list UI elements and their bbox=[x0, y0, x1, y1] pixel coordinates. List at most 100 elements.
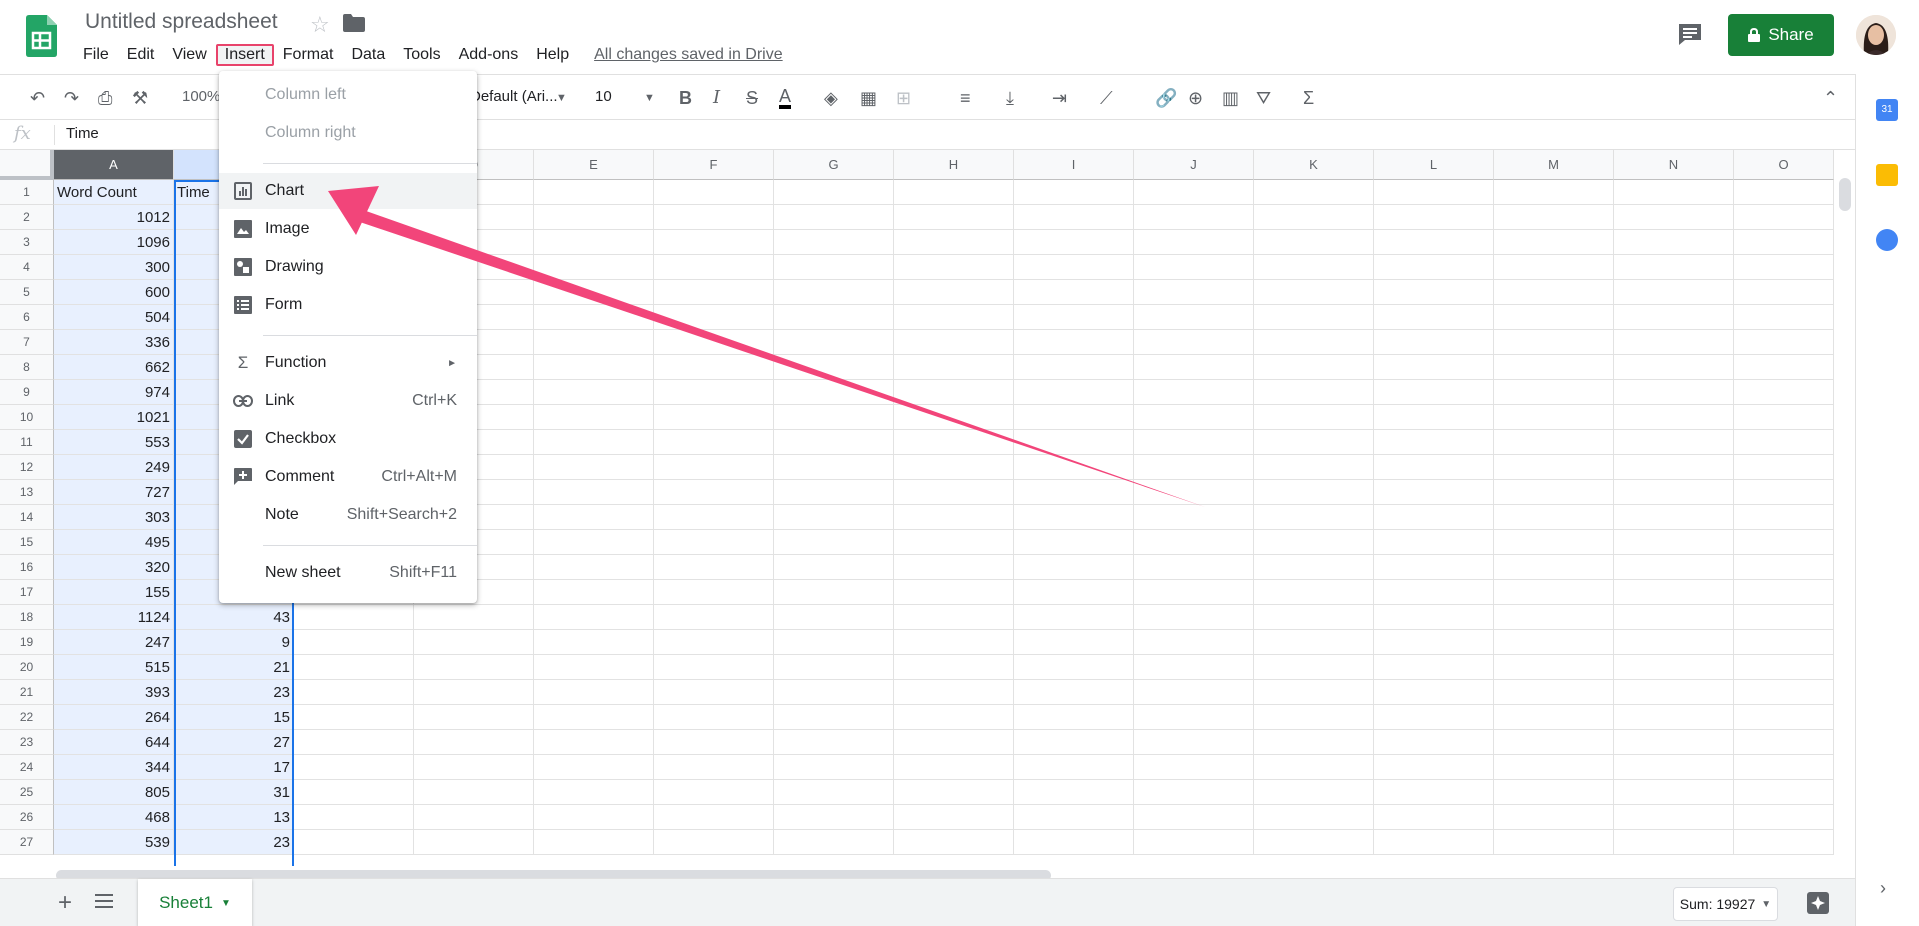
empty-cell[interactable] bbox=[774, 755, 894, 780]
tasks-icon[interactable] bbox=[1876, 229, 1898, 251]
empty-cell[interactable] bbox=[294, 655, 414, 680]
empty-cell[interactable] bbox=[1734, 480, 1834, 505]
empty-cell[interactable] bbox=[1254, 405, 1374, 430]
empty-cell[interactable] bbox=[1734, 755, 1834, 780]
empty-cell[interactable] bbox=[294, 755, 414, 780]
table-cell[interactable]: 9 bbox=[174, 630, 294, 655]
column-header[interactable]: I bbox=[1014, 150, 1134, 180]
empty-cell[interactable] bbox=[1734, 330, 1834, 355]
empty-cell[interactable] bbox=[1254, 805, 1374, 830]
empty-cell[interactable] bbox=[774, 255, 894, 280]
menu-item-note[interactable]: Note Shift+Search+2 bbox=[219, 497, 477, 533]
empty-cell[interactable] bbox=[894, 555, 1014, 580]
empty-cell[interactable] bbox=[1494, 605, 1614, 630]
empty-cell[interactable] bbox=[1014, 530, 1134, 555]
table-cell[interactable]: 23 bbox=[174, 680, 294, 705]
empty-cell[interactable] bbox=[774, 280, 894, 305]
empty-cell[interactable] bbox=[1134, 555, 1254, 580]
keep-icon[interactable] bbox=[1876, 164, 1898, 186]
empty-cell[interactable] bbox=[1614, 380, 1734, 405]
text-rotation-icon[interactable]: ⟋ bbox=[1100, 87, 1113, 109]
paint-format-icon[interactable]: ⚒ bbox=[132, 87, 148, 109]
empty-cell[interactable] bbox=[774, 430, 894, 455]
empty-cell[interactable] bbox=[774, 355, 894, 380]
empty-cell[interactable] bbox=[1374, 330, 1494, 355]
select-all-corner[interactable] bbox=[0, 150, 54, 180]
empty-cell[interactable] bbox=[774, 680, 894, 705]
empty-cell[interactable] bbox=[1614, 605, 1734, 630]
empty-cell[interactable] bbox=[1614, 305, 1734, 330]
empty-cell[interactable] bbox=[1494, 405, 1614, 430]
empty-cell[interactable] bbox=[534, 730, 654, 755]
empty-cell[interactable] bbox=[1014, 755, 1134, 780]
empty-cell[interactable] bbox=[894, 655, 1014, 680]
vertical-align-icon[interactable]: ⤓ bbox=[1006, 87, 1014, 109]
row-header[interactable]: 17 bbox=[0, 580, 54, 605]
empty-cell[interactable] bbox=[1014, 455, 1134, 480]
empty-cell[interactable] bbox=[1614, 330, 1734, 355]
empty-cell[interactable] bbox=[1734, 305, 1834, 330]
empty-cell[interactable] bbox=[774, 805, 894, 830]
empty-cell[interactable] bbox=[1374, 405, 1494, 430]
redo-icon[interactable]: ↷ bbox=[64, 87, 79, 109]
empty-cell[interactable] bbox=[1014, 705, 1134, 730]
row-header[interactable]: 19 bbox=[0, 630, 54, 655]
functions-icon[interactable]: Σ bbox=[1303, 87, 1314, 109]
empty-cell[interactable] bbox=[294, 780, 414, 805]
empty-cell[interactable] bbox=[1014, 230, 1134, 255]
empty-cell[interactable] bbox=[1254, 605, 1374, 630]
empty-cell[interactable] bbox=[414, 630, 534, 655]
document-title[interactable]: Untitled spreadsheet bbox=[85, 10, 278, 34]
empty-cell[interactable] bbox=[774, 380, 894, 405]
empty-cell[interactable] bbox=[894, 455, 1014, 480]
empty-cell[interactable] bbox=[1614, 430, 1734, 455]
empty-cell[interactable] bbox=[294, 730, 414, 755]
empty-cell[interactable] bbox=[534, 430, 654, 455]
row-header[interactable]: 2 bbox=[0, 205, 54, 230]
empty-cell[interactable] bbox=[1374, 630, 1494, 655]
sheets-logo-icon[interactable] bbox=[26, 15, 57, 57]
empty-cell[interactable] bbox=[1254, 480, 1374, 505]
menu-help[interactable]: Help bbox=[527, 44, 578, 66]
row-header[interactable]: 15 bbox=[0, 530, 54, 555]
empty-cell[interactable] bbox=[1494, 305, 1614, 330]
strikethrough-icon[interactable]: S bbox=[746, 87, 758, 109]
empty-cell[interactable] bbox=[1494, 380, 1614, 405]
empty-cell[interactable] bbox=[1134, 355, 1254, 380]
empty-cell[interactable] bbox=[1374, 480, 1494, 505]
empty-cell[interactable] bbox=[1614, 255, 1734, 280]
empty-cell[interactable] bbox=[654, 655, 774, 680]
empty-cell[interactable] bbox=[1374, 655, 1494, 680]
row-header[interactable]: 5 bbox=[0, 280, 54, 305]
menu-edit[interactable]: Edit bbox=[118, 44, 164, 66]
empty-cell[interactable] bbox=[1254, 555, 1374, 580]
table-cell[interactable]: 247 bbox=[54, 630, 174, 655]
explore-icon[interactable] bbox=[1806, 891, 1830, 915]
empty-cell[interactable] bbox=[654, 780, 774, 805]
empty-cell[interactable] bbox=[1734, 830, 1834, 855]
caret-down-icon[interactable]: ▼ bbox=[221, 898, 231, 909]
empty-cell[interactable] bbox=[1734, 180, 1834, 205]
empty-cell[interactable] bbox=[1254, 430, 1374, 455]
empty-cell[interactable] bbox=[534, 380, 654, 405]
empty-cell[interactable] bbox=[1254, 280, 1374, 305]
empty-cell[interactable] bbox=[294, 680, 414, 705]
empty-cell[interactable] bbox=[414, 830, 534, 855]
column-header[interactable]: M bbox=[1494, 150, 1614, 180]
empty-cell[interactable] bbox=[414, 680, 534, 705]
empty-cell[interactable] bbox=[654, 805, 774, 830]
empty-cell[interactable] bbox=[1734, 505, 1834, 530]
empty-cell[interactable] bbox=[414, 705, 534, 730]
empty-cell[interactable] bbox=[1014, 480, 1134, 505]
row-header[interactable]: 18 bbox=[0, 605, 54, 630]
empty-cell[interactable] bbox=[1374, 830, 1494, 855]
empty-cell[interactable] bbox=[1494, 580, 1614, 605]
row-header[interactable]: 1 bbox=[0, 180, 54, 205]
empty-cell[interactable] bbox=[1134, 430, 1254, 455]
add-sheet-icon[interactable]: + bbox=[58, 889, 72, 917]
menu-item-comment[interactable]: Comment Ctrl+Alt+M bbox=[219, 459, 477, 495]
table-cell[interactable]: 393 bbox=[54, 680, 174, 705]
empty-cell[interactable] bbox=[1374, 505, 1494, 530]
empty-cell[interactable] bbox=[1374, 780, 1494, 805]
empty-cell[interactable] bbox=[1614, 280, 1734, 305]
